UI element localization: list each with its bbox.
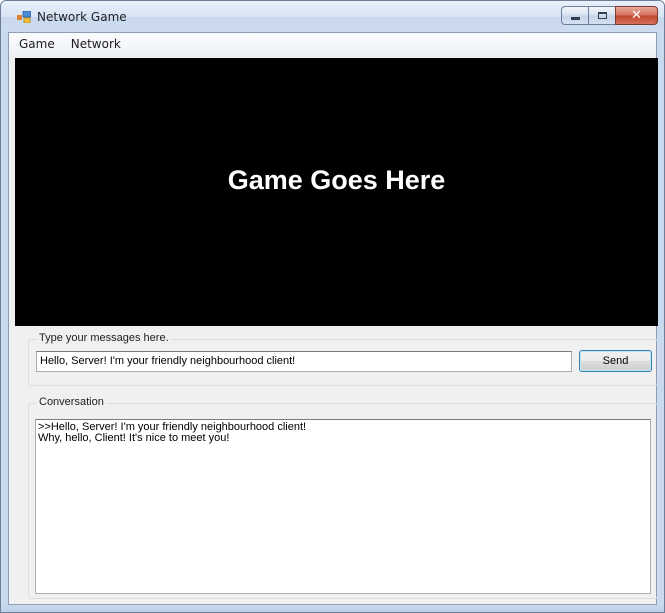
window-bottom-border (1, 605, 664, 612)
conversation-group-label: Conversation (37, 396, 106, 408)
game-placeholder-text: Game Goes Here (227, 164, 446, 195)
message-input[interactable]: Hello, Server! I'm your friendly neighbo… (36, 351, 572, 372)
minimize-button[interactable] (561, 6, 588, 25)
send-button[interactable]: Send (579, 350, 652, 372)
menu-game[interactable]: Game (9, 33, 63, 55)
conversation-group: Conversation >>Hello, Server! I'm your f… (28, 396, 658, 599)
window-title: Network Game (37, 10, 127, 24)
close-button[interactable]: ✕ (615, 6, 658, 25)
conversation-line: Why, hello, Client! It's nice to meet yo… (38, 432, 230, 444)
conversation-log[interactable]: >>Hello, Server! I'm your friendly neigh… (35, 419, 651, 594)
client-area: Game Network Game Goes Here Type your me… (8, 32, 658, 605)
caption-buttons: ✕ (561, 6, 658, 25)
title-bar[interactable]: Network Game ✕ (1, 1, 664, 33)
game-area[interactable]: Game Goes Here (15, 58, 658, 326)
app-window: Network Game ✕ Game Network Game Goes He… (0, 0, 665, 613)
menu-bar: Game Network (9, 33, 656, 55)
app-icon (17, 11, 31, 23)
minimize-icon (570, 17, 580, 20)
message-input-group: Type your messages here. Hello, Server! … (28, 332, 658, 386)
maximize-icon (597, 12, 607, 19)
message-input-group-label: Type your messages here. (37, 332, 171, 344)
close-icon: ✕ (631, 8, 642, 23)
menu-network[interactable]: Network (63, 33, 129, 55)
maximize-button[interactable] (588, 6, 615, 25)
